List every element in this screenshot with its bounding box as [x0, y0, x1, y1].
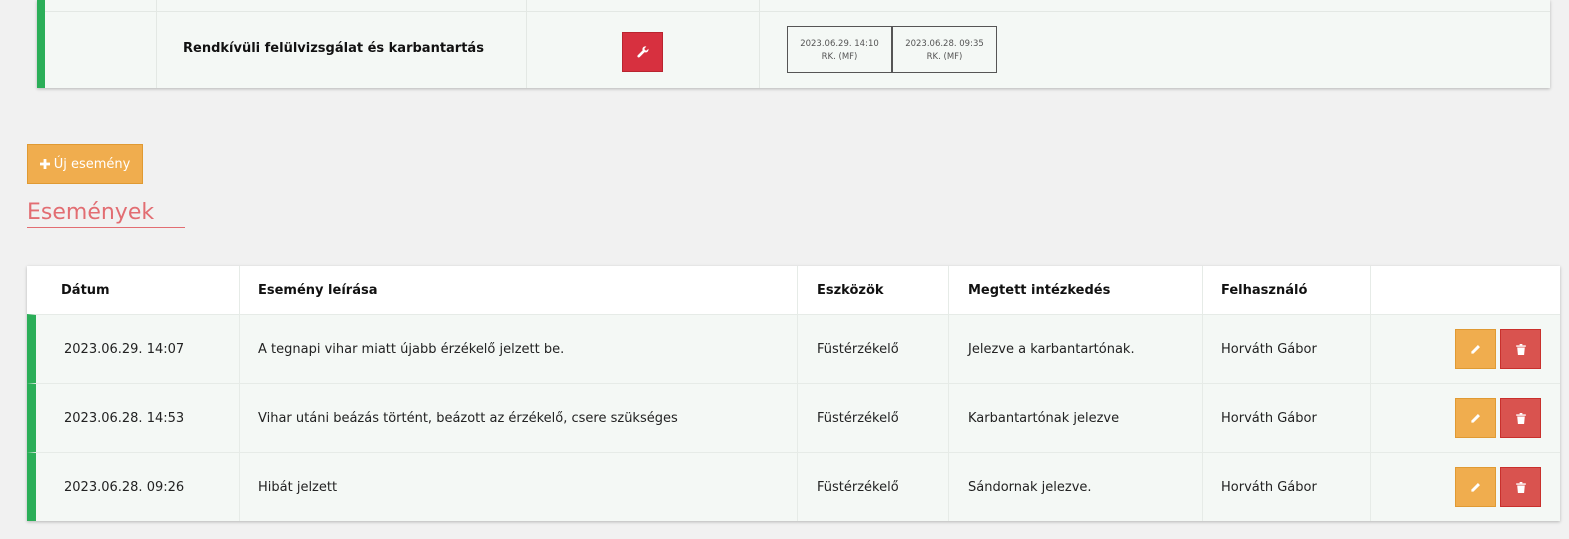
delete-button[interactable] — [1500, 467, 1541, 507]
divider — [948, 315, 949, 383]
section-title-underline — [27, 227, 185, 228]
divider — [156, 0, 157, 88]
divider — [239, 315, 240, 383]
header-action[interactable]: Megtett intézkedés — [968, 266, 1110, 314]
cell-devices: Füstérzékelő — [817, 479, 899, 495]
divider — [797, 315, 798, 383]
cell-description: A tegnapi vihar miatt újabb érzékelő jel… — [258, 341, 565, 357]
cell-description: Hibát jelzett — [258, 479, 338, 495]
table-row: 2023.06.28. 14:53 Vihar utáni beázás tör… — [27, 383, 1560, 452]
cell-description: Vihar utáni beázás történt, beázott az é… — [258, 410, 678, 426]
cell-user: Horváth Gábor — [1221, 341, 1317, 357]
maintenance-button[interactable] — [622, 32, 663, 72]
cell-user: Horváth Gábor — [1221, 410, 1317, 426]
header-devices[interactable]: Eszközök — [817, 266, 884, 314]
pencil-icon — [1471, 482, 1480, 492]
divider — [1370, 266, 1371, 314]
divider — [239, 453, 240, 521]
table-header: Dátum Esemény leírása Eszközök Megtett i… — [27, 266, 1560, 314]
cell-action: Karbantartónak jelezve — [968, 410, 1120, 426]
divider — [797, 384, 798, 452]
header-user[interactable]: Felhasználó — [1221, 266, 1307, 314]
cell-date: 2023.06.28. 09:26 — [64, 479, 185, 495]
maintenance-card: Rendkívüli felülvizsgálat és karbantartá… — [37, 0, 1550, 88]
trash-icon — [1515, 343, 1526, 355]
section-title: Események — [27, 200, 155, 225]
divider — [797, 266, 798, 314]
cell-date: 2023.06.28. 14:53 — [64, 410, 185, 426]
divider — [948, 453, 949, 521]
divider — [1202, 266, 1203, 314]
plus-icon — [39, 159, 50, 169]
pencil-icon — [1471, 413, 1480, 423]
maintenance-stamp[interactable]: 2023.06.28. 09:35 RK. (MF) — [892, 26, 997, 73]
stamp-label: RK. (MF) — [926, 52, 963, 62]
cell-devices: Füstérzékelő — [817, 410, 899, 426]
header-date[interactable]: Dátum — [61, 266, 110, 314]
table-row: 2023.06.29. 14:07 A tegnapi vihar miatt … — [27, 314, 1560, 383]
cell-date: 2023.06.29. 14:07 — [64, 341, 185, 357]
new-event-label: Új esemény — [53, 156, 131, 172]
trash-icon — [1515, 481, 1526, 493]
table-row: 2023.06.28. 09:26 Hibát jelzett Füstérzé… — [27, 452, 1560, 521]
wrench-icon — [636, 46, 648, 58]
divider — [1370, 384, 1371, 452]
divider — [1370, 453, 1371, 521]
header-description[interactable]: Esemény leírása — [258, 266, 377, 314]
divider — [1202, 315, 1203, 383]
divider — [1202, 453, 1203, 521]
cell-action: Sándornak jelezve. — [968, 479, 1092, 495]
divider — [948, 384, 949, 452]
trash-icon — [1515, 412, 1526, 424]
divider — [1202, 384, 1203, 452]
maintenance-title: Rendkívüli felülvizsgálat és karbantartá… — [183, 41, 484, 56]
cell-action: Jelezve a karbantartónak. — [968, 341, 1135, 357]
divider — [239, 266, 240, 314]
cell-user: Horváth Gábor — [1221, 479, 1317, 495]
edit-button[interactable] — [1455, 398, 1496, 438]
new-event-button[interactable]: Új esemény — [27, 144, 143, 184]
events-table: Dátum Esemény leírása Eszközök Megtett i… — [27, 266, 1560, 521]
divider — [759, 0, 760, 88]
divider — [1370, 315, 1371, 383]
stamp-date: 2023.06.28. 09:35 — [905, 39, 984, 49]
divider — [45, 11, 1550, 12]
stamp-date: 2023.06.29. 14:10 — [800, 39, 879, 49]
delete-button[interactable] — [1500, 329, 1541, 369]
maintenance-stamp[interactable]: 2023.06.29. 14:10 RK. (MF) — [787, 26, 892, 73]
pencil-icon — [1471, 344, 1480, 354]
stamp-label: RK. (MF) — [821, 52, 858, 62]
divider — [797, 453, 798, 521]
divider — [948, 266, 949, 314]
edit-button[interactable] — [1455, 329, 1496, 369]
divider — [239, 384, 240, 452]
divider — [526, 0, 527, 88]
edit-button[interactable] — [1455, 467, 1496, 507]
delete-button[interactable] — [1500, 398, 1541, 438]
cell-devices: Füstérzékelő — [817, 341, 899, 357]
